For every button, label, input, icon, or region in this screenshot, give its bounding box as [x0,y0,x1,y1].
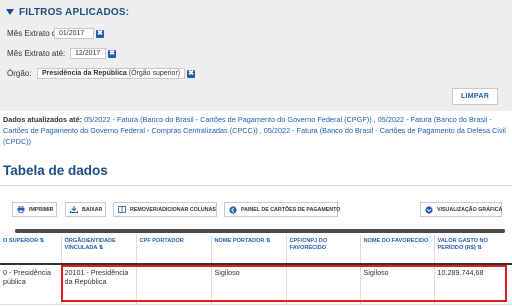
chart-view-button[interactable]: VISUALIZAÇÃO GRÁFICA [420,202,502,217]
data-table: O SUPERIOR ⇅ ÓRGÃO/ENTIDADE VINCULADA ⇅ … [0,235,512,305]
filter-orgao: Órgão: Presidência da República (Órgão s… [7,67,196,80]
remove-filter-icon[interactable]: ✖ [108,49,116,58]
column-header-nome-favorecido: NOME DO FAVORECIDO [360,235,435,265]
columns-button[interactable]: REMOVER/ADICIONAR COLUNAS [113,202,217,217]
filter-mes-ate: Mês Extrato até: 12/2017 ✖ [7,47,116,60]
cell-nome-favorecido: Sigiloso [360,264,435,305]
cell-cpf-cnpj-favorecido [286,264,361,305]
print-label: IMPRIMIR [29,206,54,213]
column-header-cpf-portador: CPF PORTADOR [136,235,212,265]
table-toolbar: IMPRIMIR BAIXAR REMOVER/ADICIONAR COLUNA… [0,202,512,217]
filter-label: Mês Extrato até: [7,49,66,58]
cell-orgao-vinculado: 20101 - Presidência da República [61,264,137,305]
cell-nome-portador: Sigiloso [211,264,287,305]
column-header-orgao-superior[interactable]: O SUPERIOR ⇅ [0,235,62,265]
arrow-left-circle-icon [229,205,237,214]
remove-filter-icon[interactable]: ✖ [96,29,104,38]
data-updated-notice: Dados atualizados até: 05/2022 - Fatura … [3,114,509,147]
table-row[interactable]: 0 - Presidência pública 20101 - Presidên… [0,264,512,305]
column-header-nome-portador[interactable]: NOME PORTADOR ⇅ [211,235,287,265]
cell-cpf-portador [136,264,212,305]
filter-value: 01/2017 [54,28,94,39]
filter-value-main: Presidência da República [42,70,127,77]
chart-view-label: VISUALIZAÇÃO GRÁFICA [437,206,503,213]
column-header-cpf-cnpj-favorecido: CPF/CNPJ DO FAVORECIDO [286,235,361,265]
filters-toggle[interactable]: FILTROS APLICADOS: [6,6,129,18]
filters-title: FILTROS APLICADOS: [19,6,130,18]
filter-label: Órgão: [7,69,32,78]
columns-label: REMOVER/ADICIONAR COLUNAS [130,206,216,213]
filter-mes-de: Mês Extrato de: 01/2017 ✖ [7,27,104,40]
filter-label: Mês Extrato de: [7,29,64,38]
columns-icon [118,206,126,213]
cell-valor-gasto: 10.289.744,68 [434,264,512,305]
printer-icon [17,206,25,213]
chevron-down-circle-icon [425,205,433,214]
divider [0,185,512,186]
table-header-row: O SUPERIOR ⇅ ÓRGÃO/ENTIDADE VINCULADA ⇅ … [0,235,512,265]
download-icon [70,206,78,213]
scrollbar-thumb[interactable] [15,229,505,233]
filters-panel: FILTROS APLICADOS: Mês Extrato de: 01/20… [0,0,512,111]
clear-filters-button[interactable]: LIMPAR [452,88,498,105]
horizontal-scrollbar[interactable] [15,229,505,233]
filter-value-detail: (Órgão superior) [126,70,181,77]
download-button[interactable]: BAIXAR [65,202,106,217]
filter-value: 12/2017 [70,48,106,59]
column-header-valor-gasto[interactable]: VALOR GASTO NO PERÍODO (R$) ⇅ [434,235,512,265]
updated-label: Dados atualizados até: [3,115,83,124]
print-button[interactable]: IMPRIMIR [12,202,57,217]
table-title: Tabela de dados [3,163,108,178]
caret-down-icon [6,9,14,15]
cell-orgao-superior: 0 - Presidência pública [0,264,62,305]
remove-filter-icon[interactable]: ✖ [187,69,196,78]
filter-value: Presidência da República (Órgão superior… [37,68,186,79]
download-label: BAIXAR [82,206,103,213]
payment-cards-panel-button[interactable]: PAINEL DE CARTÕES DE PAGAMENTO [224,202,341,217]
payment-cards-panel-label: PAINEL DE CARTÕES DE PAGAMENTO [241,206,341,213]
column-header-orgao-vinculado[interactable]: ÓRGÃO/ENTIDADE VINCULADA ⇅ [61,235,137,265]
